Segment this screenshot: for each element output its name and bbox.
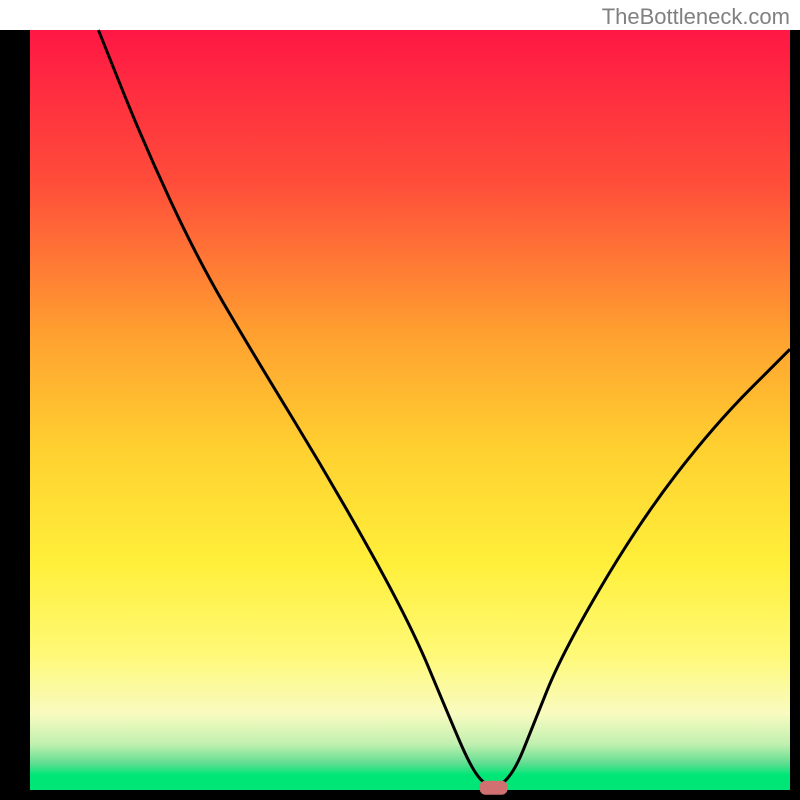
- chart-svg: [0, 0, 800, 800]
- watermark-text: TheBottleneck.com: [602, 4, 790, 30]
- optimal-marker: [480, 781, 508, 795]
- bottleneck-chart: TheBottleneck.com: [0, 0, 800, 800]
